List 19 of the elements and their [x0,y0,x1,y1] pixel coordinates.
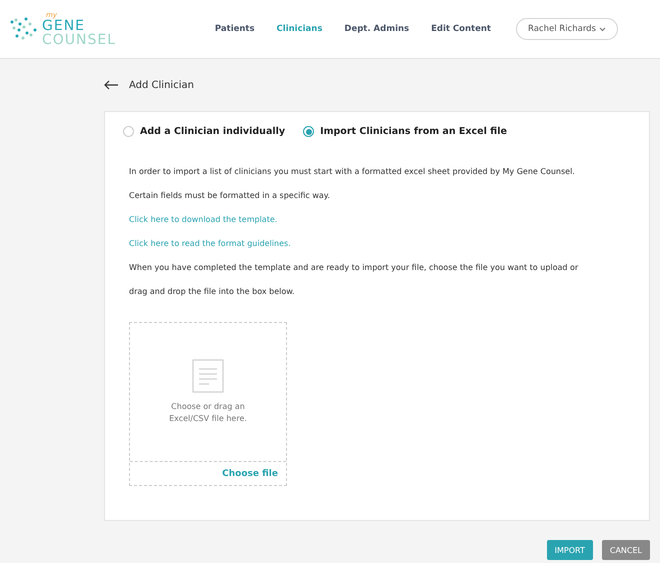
radio-option[interactable]: Import Clinicians from an Excel file [303,126,507,137]
choose-file-link[interactable]: Choose file [214,462,286,485]
drop-hint: Choose or drag an Excel/CSV file here. [168,401,248,425]
nav-link[interactable]: Edit Content [431,24,491,34]
paragraph: When you have completed the template and are ready to import your file, choose the file you want to upload or [129,262,580,274]
paragraph: drag and drop the file into the box below. [129,286,296,298]
file-drop-zone[interactable]: Choose or drag an Excel/CSV file here. Choose file [129,322,287,486]
paragraph: In order to import a list of clinicians you must start with a formatted excel sheet provided by My Gene Counsel. [129,166,576,178]
link[interactable]: Click here to read the format guidelines. [129,237,631,250]
nav-link[interactable]: Clinicians [276,24,322,34]
paragraph: Certain fields must be formatted in a specific way. [129,190,331,202]
nav-link[interactable]: Dept. Admins [344,24,410,34]
radio-option[interactable]: Add a Clinician individually [123,126,286,137]
import-button[interactable]: IMPORT [546,540,593,560]
nav-link[interactable]: Patients [214,24,255,34]
link[interactable]: Click here to download the template. [129,213,631,226]
user-menu-button[interactable]: Rachel Richards [516,18,618,40]
cancel-button[interactable]: CANCEL [602,540,650,560]
page-title: Add Clinician [129,80,194,90]
